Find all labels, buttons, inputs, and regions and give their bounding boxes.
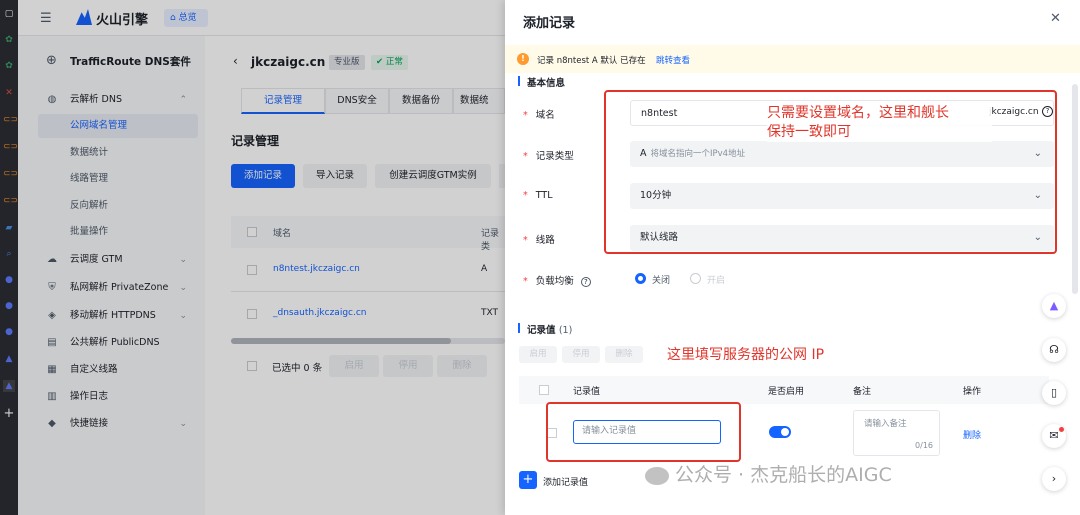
records-table-header: 记录值 是否启用 备注 操作: [519, 376, 1049, 404]
col-enabled: 是否启用: [768, 387, 805, 397]
support-icon[interactable]: ☊: [1042, 338, 1066, 362]
notice-link[interactable]: 跳转查看: [656, 54, 690, 66]
domain-label: * 域名: [523, 110, 555, 121]
wechat-icon: [645, 466, 669, 485]
drawer-title: 添加记录: [523, 16, 576, 31]
col-record-value: 记录值: [573, 387, 601, 397]
modal-mask[interactable]: [0, 0, 505, 515]
close-icon[interactable]: ✕: [1050, 11, 1061, 26]
help-icon: ?: [580, 277, 591, 287]
note-char-count: 0/16: [915, 441, 933, 450]
annotation-text-bottom: 这里填写服务器的公网 IP: [667, 347, 825, 363]
col-note: 备注: [853, 387, 872, 397]
notice-bar: ! 记录 n8ntest A 默认 已存在 跳转查看: [505, 45, 1080, 73]
records-disable-button[interactable]: 停用: [562, 346, 600, 363]
note-textarea[interactable]: 请输入备注 0/16: [853, 410, 940, 456]
records-delete-button[interactable]: 删除: [605, 346, 643, 363]
line-label: * 线路: [523, 235, 555, 246]
drawer-scrollbar[interactable]: [1072, 84, 1078, 294]
add-record-drawer: 添加记录 ✕ ! 记录 n8ntest A 默认 已存在 跳转查看 基本信息 *…: [505, 0, 1080, 515]
docs-icon[interactable]: ▯: [1042, 381, 1066, 405]
type-label: * 记录类型: [523, 151, 574, 162]
section-marker: [518, 323, 520, 333]
toggle-knob: [781, 428, 789, 436]
warning-icon: !: [517, 53, 529, 65]
notice-text: 记录 n8ntest A 默认 已存在: [537, 56, 646, 66]
section-marker: [518, 76, 520, 86]
row-delete-link[interactable]: 删除: [963, 428, 981, 441]
ai-assistant-icon[interactable]: ▲: [1042, 294, 1066, 318]
watermark: 公众号 · 杰克船长的AIGC: [645, 460, 892, 487]
add-value-icon[interactable]: +: [519, 471, 537, 489]
records-enable-button[interactable]: 启用: [519, 346, 557, 363]
records-select-all-checkbox[interactable]: [539, 385, 549, 395]
lb-off-label: 关闭: [652, 276, 671, 286]
records-title: 记录值 (1): [527, 325, 573, 336]
ttl-label: * TTL: [523, 190, 553, 201]
col-action: 操作: [963, 387, 982, 397]
lb-off-radio[interactable]: [635, 273, 646, 284]
annotation-box-bottom: [546, 402, 741, 462]
lb-on-label: 开启: [707, 276, 726, 286]
add-value-label[interactable]: 添加记录值: [543, 475, 588, 488]
notification-dot: [1059, 427, 1064, 432]
lb-on-radio[interactable]: [690, 273, 701, 284]
lb-label: * 负载均衡 ?: [523, 273, 591, 287]
enabled-toggle[interactable]: [769, 426, 791, 438]
expand-icon[interactable]: ›: [1042, 467, 1066, 491]
annotation-text-top: 只需要设置域名，这里和舰长 保持一致即可: [767, 104, 992, 142]
basic-info-title: 基本信息: [527, 78, 566, 89]
